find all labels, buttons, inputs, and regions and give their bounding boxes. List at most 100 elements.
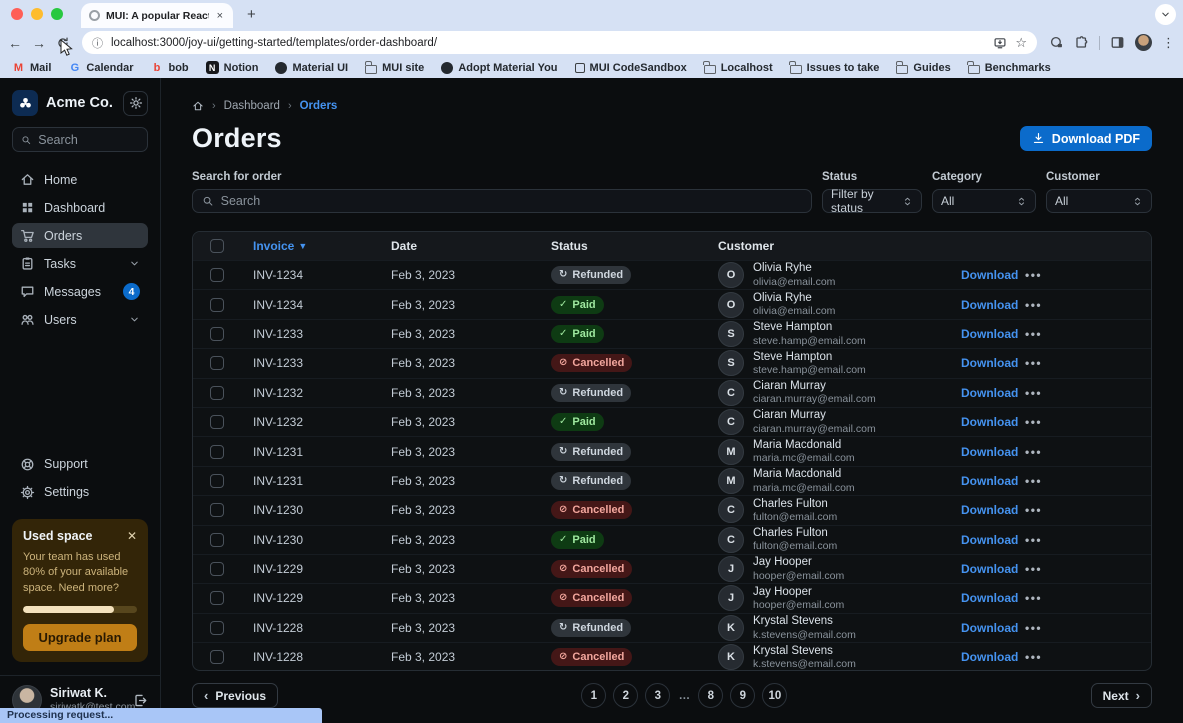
back-button[interactable]: ← [8,35,22,51]
download-link[interactable]: Download [961,621,1025,635]
chevron-down-icon[interactable] [129,258,140,269]
sidebar-nav-item[interactable]: Messages 4 [12,279,148,304]
download-link[interactable]: Download [961,533,1025,547]
sidebar-nav-item[interactable]: Settings [12,480,148,505]
side-panel-icon[interactable] [1110,35,1125,50]
sidebar-nav-item[interactable]: Home [12,167,148,192]
download-link[interactable]: Download [961,327,1025,341]
row-menu-icon[interactable]: ••• [1025,503,1065,517]
company-logo-icon[interactable] [12,90,38,116]
tab-lock-icon[interactable] [1049,35,1064,50]
bookmark-item[interactable]: Benchmarks [968,62,1051,74]
forward-button[interactable]: → [32,35,46,51]
row-checkbox[interactable] [210,356,224,370]
close-icon[interactable]: ✕ [127,529,137,543]
extensions-icon[interactable] [1074,35,1089,50]
select-all-checkbox[interactable] [210,239,224,253]
row-menu-icon[interactable]: ••• [1025,621,1065,635]
install-icon[interactable] [993,36,1007,50]
bookmark-star-icon[interactable]: ☆ [1015,35,1027,51]
row-checkbox[interactable] [210,298,224,312]
chevron-down-icon[interactable] [129,314,140,325]
bookmark-item[interactable]: N Notion [206,61,259,74]
new-tab-button[interactable]: + [247,6,256,23]
page-button[interactable]: 3 [645,683,670,708]
column-header-invoice[interactable]: Invoice▼ [241,239,379,253]
row-menu-icon[interactable]: ••• [1025,415,1065,429]
row-menu-icon[interactable]: ••• [1025,650,1065,664]
previous-page-button[interactable]: ‹ Previous [192,683,278,708]
page-button[interactable]: 8 [698,683,723,708]
tab-search-chevron-icon[interactable] [1155,4,1176,25]
row-menu-icon[interactable]: ••• [1025,386,1065,400]
row-checkbox[interactable] [210,621,224,635]
sidebar-nav-item[interactable]: Orders [12,223,148,248]
row-checkbox[interactable] [210,591,224,605]
browser-tab[interactable]: MUI: A popular React UI fram × [81,3,233,28]
logout-icon[interactable] [133,693,148,708]
address-bar[interactable]: ⓘ localhost:3000/joy-ui/getting-started/… [82,31,1037,54]
download-link[interactable]: Download [961,298,1025,312]
sidebar-nav-item[interactable]: Users [12,307,148,332]
zoom-window-button[interactable] [51,8,63,20]
home-icon[interactable] [192,100,204,112]
order-search[interactable] [192,189,812,213]
row-menu-icon[interactable]: ••• [1025,356,1065,370]
minimize-window-button[interactable] [31,8,43,20]
bookmark-item[interactable]: M Mail [12,61,51,74]
row-checkbox[interactable] [210,474,224,488]
page-button[interactable]: 9 [730,683,755,708]
page-button[interactable]: 1 [581,683,606,708]
download-pdf-button[interactable]: Download PDF [1020,126,1152,151]
row-menu-icon[interactable]: ••• [1025,327,1065,341]
sidebar-search-input[interactable] [38,133,139,147]
page-button[interactable]: 10 [762,683,787,708]
upgrade-plan-button[interactable]: Upgrade plan [23,624,137,651]
row-checkbox[interactable] [210,327,224,341]
row-menu-icon[interactable]: ••• [1025,445,1065,459]
breadcrumb-dashboard[interactable]: Dashboard [224,100,280,112]
close-window-button[interactable] [11,8,23,20]
page-button[interactable]: 2 [613,683,638,708]
row-menu-icon[interactable]: ••• [1025,533,1065,547]
url-text[interactable]: localhost:3000/joy-ui/getting-started/te… [111,37,985,49]
sidebar-nav-item[interactable]: Dashboard [12,195,148,220]
bookmark-item[interactable]: MUI CodeSandbox [575,62,687,74]
bookmark-item[interactable]: Material UI [275,62,348,74]
sidebar-nav-item[interactable]: Tasks [12,251,148,276]
row-checkbox[interactable] [210,503,224,517]
download-link[interactable]: Download [961,503,1025,517]
order-search-input[interactable] [221,194,802,208]
profile-avatar[interactable] [1135,34,1152,51]
theme-toggle-button[interactable] [123,91,148,116]
tab-close-icon[interactable]: × [215,10,225,22]
download-link[interactable]: Download [961,445,1025,459]
download-link[interactable]: Download [961,386,1025,400]
sidebar-nav-item[interactable]: Support [12,452,148,477]
customer-filter-select[interactable]: All [1046,189,1152,213]
bookmark-item[interactable]: Guides [896,62,950,74]
sidebar-search[interactable] [12,127,148,152]
row-checkbox[interactable] [210,386,224,400]
bookmark-item[interactable]: Issues to take [790,62,880,74]
row-menu-icon[interactable]: ••• [1025,298,1065,312]
download-link[interactable]: Download [961,474,1025,488]
status-filter-select[interactable]: Filter by status [822,189,922,213]
download-link[interactable]: Download [961,562,1025,576]
row-checkbox[interactable] [210,415,224,429]
download-link[interactable]: Download [961,356,1025,370]
row-menu-icon[interactable]: ••• [1025,474,1065,488]
row-menu-icon[interactable]: ••• [1025,268,1065,282]
bookmark-item[interactable]: Adopt Material You [441,62,557,74]
row-checkbox[interactable] [210,268,224,282]
bookmark-item[interactable]: G Calendar [68,61,133,74]
download-link[interactable]: Download [961,591,1025,605]
bookmark-item[interactable]: Localhost [704,62,773,74]
download-link[interactable]: Download [961,650,1025,664]
row-checkbox[interactable] [210,445,224,459]
next-page-button[interactable]: Next › [1091,683,1152,708]
page-button[interactable]: … [677,683,691,708]
row-checkbox[interactable] [210,562,224,576]
site-info-icon[interactable]: ⓘ [92,35,103,51]
row-menu-icon[interactable]: ••• [1025,562,1065,576]
